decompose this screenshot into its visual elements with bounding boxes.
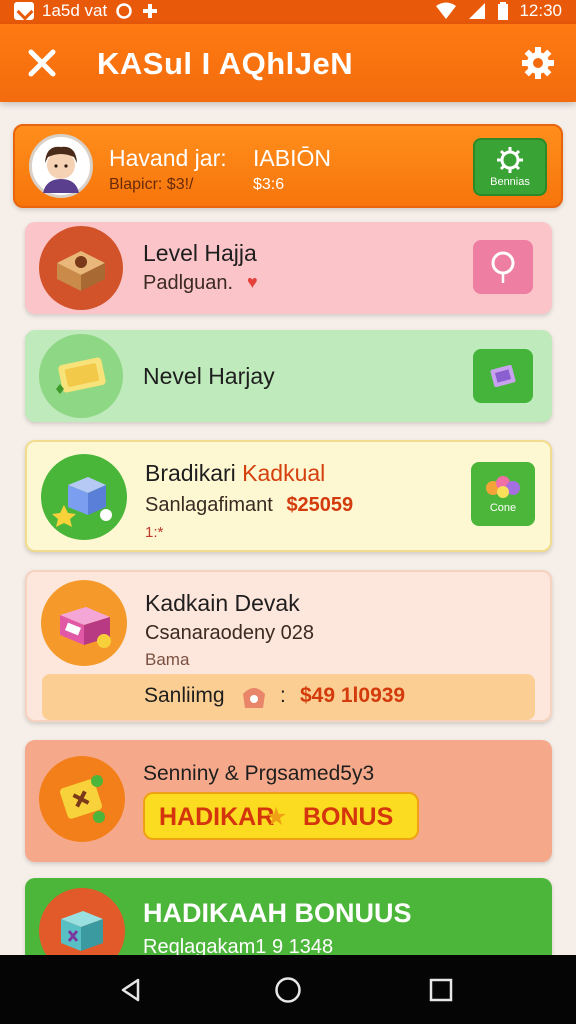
profile-stat-left: Blapicr: $3!/ bbox=[109, 176, 194, 193]
info-bar-label: Sanliimg bbox=[144, 684, 225, 707]
list-item-level[interactable]: Level Hajja Padlguan. ♥ bbox=[25, 222, 552, 314]
cone-button-label: Cone bbox=[489, 502, 517, 514]
list-item-bradikari[interactable]: Bradikari Kadkual Sanlagafimant $25059 1… bbox=[25, 440, 552, 552]
gift-card-icon bbox=[490, 364, 516, 388]
cone-button[interactable]: Cone bbox=[471, 462, 535, 526]
back-icon bbox=[121, 978, 140, 1002]
item-action-button[interactable] bbox=[473, 349, 533, 403]
item-note: Bama bbox=[145, 650, 190, 669]
home-icon bbox=[275, 977, 301, 1003]
cube-icon bbox=[61, 911, 103, 951]
balloon-icon bbox=[491, 251, 515, 283]
gear-icon bbox=[522, 47, 554, 79]
list-item-bonus-offer[interactable]: Senniny & Prgsamed5y3 HADIKAR ★ BONUS bbox=[25, 740, 552, 862]
item-subtitle-text: Sanlagafimant bbox=[145, 494, 273, 516]
back-button[interactable] bbox=[116, 975, 146, 1005]
recents-icon bbox=[429, 978, 453, 1002]
close-button[interactable] bbox=[22, 43, 62, 83]
plus-icon bbox=[143, 4, 158, 18]
user-avatar-icon bbox=[43, 146, 79, 193]
item-title: Bradikari Kadkual bbox=[145, 460, 325, 487]
bonus-badge[interactable]: HADIKAR ★ BONUS bbox=[143, 792, 419, 840]
item-icon-circle bbox=[41, 580, 127, 666]
bonus-button[interactable]: Bennias bbox=[473, 138, 547, 196]
page-title: KASul I AQhlJeN bbox=[97, 46, 354, 81]
alarm-icon bbox=[116, 3, 132, 19]
app-bar: KASul I AQhlJeN bbox=[0, 24, 576, 102]
coupon-icon bbox=[59, 775, 105, 823]
candy-icon bbox=[486, 476, 520, 498]
item-icon-circle bbox=[39, 756, 125, 842]
profile-tag: IABIŌN bbox=[253, 145, 331, 171]
item-title-accent: Kadkual bbox=[242, 460, 326, 486]
item-icon-circle bbox=[41, 454, 127, 540]
avatar bbox=[29, 134, 93, 198]
item-subtitle: Sanlagafimant $25059 bbox=[145, 494, 353, 517]
gear-icon bbox=[497, 147, 523, 173]
list-item-nevel[interactable]: Nevel Harjay bbox=[25, 330, 552, 422]
item-icon-circle bbox=[39, 226, 123, 310]
item-amount: $25059 bbox=[286, 494, 354, 516]
info-bar-separator: : bbox=[280, 684, 286, 707]
status-bar: 1a5d vat 12:30 bbox=[0, 0, 576, 24]
item-title: Nevel Harjay bbox=[143, 363, 275, 389]
signal-icon bbox=[469, 3, 486, 19]
profile-card[interactable]: Havand jar: IABIŌN Blapicr: $3!/ $3:6 Be… bbox=[13, 124, 563, 208]
clock: 12:30 bbox=[519, 1, 562, 20]
bonus-button-label: Bennias bbox=[490, 176, 530, 188]
bonus-badge-label-2: BONUS bbox=[303, 803, 394, 831]
battery-icon bbox=[498, 2, 509, 20]
settings-button[interactable] bbox=[518, 43, 558, 83]
profile-name: Havand jar: bbox=[109, 145, 227, 171]
system-nav-bar bbox=[0, 955, 576, 1024]
heart-icon: ♥ bbox=[247, 272, 258, 292]
item-note: 1:* bbox=[145, 524, 164, 541]
bonus-badge-label: HADIKAR bbox=[159, 803, 275, 831]
home-button[interactable] bbox=[273, 975, 303, 1005]
star-icon: ★ bbox=[265, 803, 288, 831]
item-subtitle: Csanaraodeny 028 bbox=[145, 622, 315, 644]
item-title: HADIKAAH BONUUS bbox=[143, 898, 412, 928]
item-title-main: Bradikari bbox=[145, 460, 236, 486]
app-notification-icon bbox=[14, 2, 34, 20]
candy-bag-icon bbox=[243, 688, 265, 708]
wifi-icon bbox=[436, 2, 457, 19]
close-icon bbox=[28, 49, 56, 77]
item-title: Kadkain Devak bbox=[145, 590, 300, 616]
status-left-text: 1a5d vat bbox=[42, 1, 108, 20]
recents-button[interactable] bbox=[426, 975, 456, 1005]
item-icon-circle bbox=[39, 334, 123, 418]
item-title: Level Hajja bbox=[143, 240, 257, 266]
treasure-box-icon bbox=[57, 251, 105, 291]
list-item-kadkain[interactable]: Kadkain Devak Csanaraodeny 028 Bama Sanl… bbox=[25, 570, 552, 722]
item-info-bar: Sanliimg : $49 1l0939 bbox=[42, 674, 535, 720]
ticket-icon bbox=[56, 357, 106, 394]
item-title: Senniny & Prgsamed5y3 bbox=[143, 762, 375, 785]
item-action-button[interactable] bbox=[473, 240, 533, 294]
info-bar-amount: $49 1l0939 bbox=[300, 684, 406, 707]
mystery-box-icon bbox=[52, 477, 112, 527]
item-subtitle: Padlguan. bbox=[143, 272, 234, 294]
gift-box-icon bbox=[60, 607, 111, 648]
profile-stat-right: $3:6 bbox=[253, 176, 285, 193]
